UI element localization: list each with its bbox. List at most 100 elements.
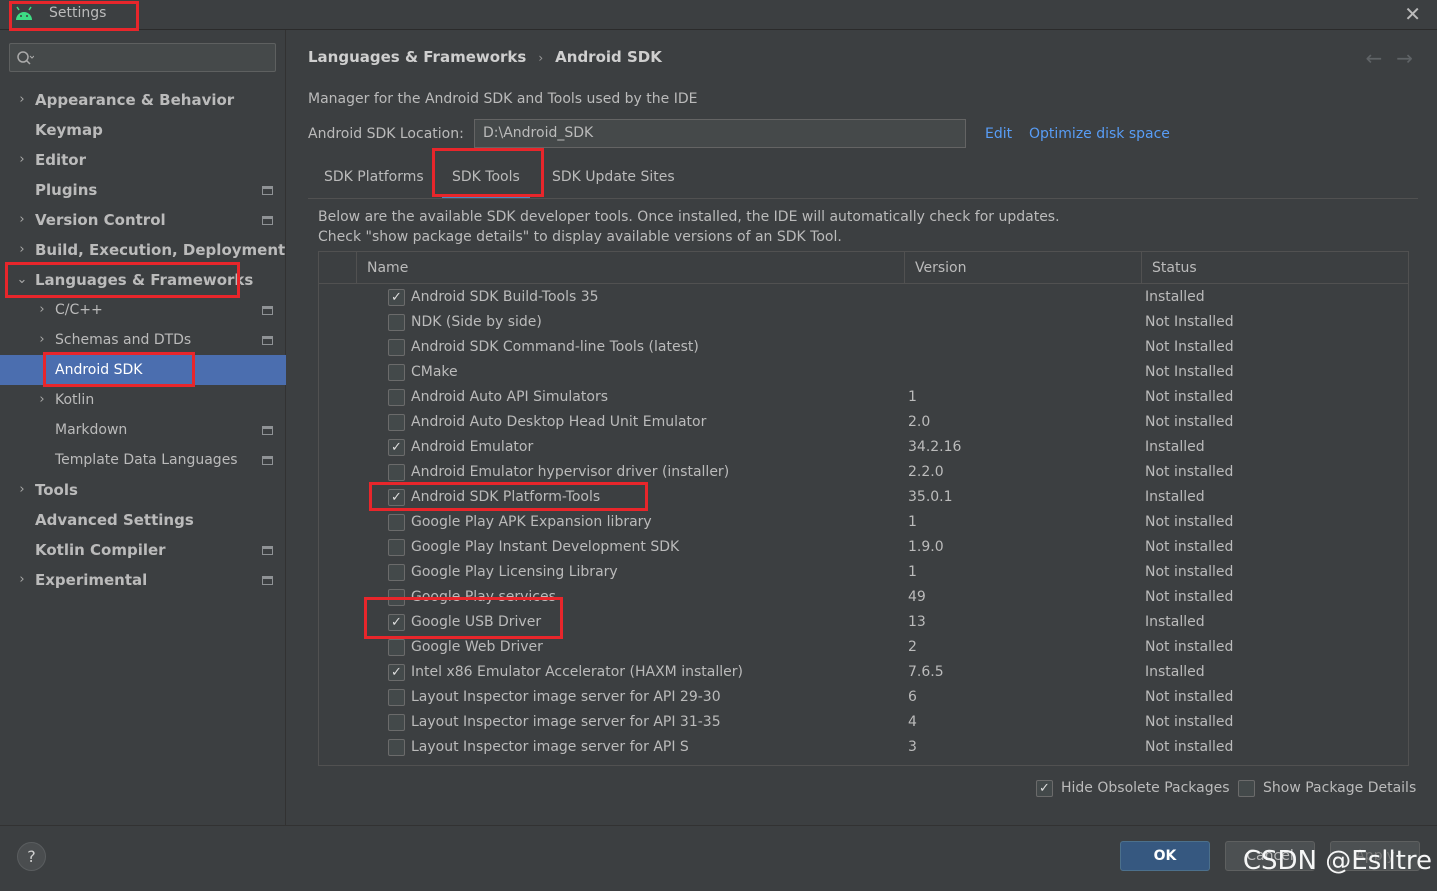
package-checkbox[interactable] xyxy=(388,639,405,656)
sdk-location-field[interactable]: D:\Android_SDK xyxy=(474,119,966,148)
package-checkbox[interactable]: ✓ xyxy=(388,614,405,631)
table-row[interactable]: NDK (Side by side) Not Installed xyxy=(319,310,1408,335)
chevron-right-icon: › xyxy=(19,242,25,257)
sidebar-item-template-data-languages[interactable]: Template Data Languages xyxy=(0,445,286,475)
package-status: Not Installed xyxy=(1145,314,1234,330)
package-checkbox[interactable] xyxy=(388,464,405,481)
package-name: Android Auto API Simulators xyxy=(411,389,608,405)
table-row[interactable]: Google Play APK Expansion library 1 Not in… xyxy=(319,510,1408,535)
settings-search-input[interactable] xyxy=(9,43,276,72)
column-header-name[interactable]: Name xyxy=(356,252,904,284)
help-button[interactable]: ? xyxy=(17,842,46,871)
chevron-right-icon: › xyxy=(39,332,45,347)
package-name: Google Play Licensing Library xyxy=(411,564,618,580)
sidebar-item-keymap[interactable]: Keymap xyxy=(0,115,286,145)
package-name: Google Web Driver xyxy=(411,639,543,655)
package-checkbox[interactable] xyxy=(388,364,405,381)
sidebar-item-label: Schemas and DTDs xyxy=(55,332,192,348)
table-row[interactable]: Android SDK Command-line Tools (latest) N… xyxy=(319,335,1408,360)
sidebar-item-label: Keymap xyxy=(35,121,103,139)
table-row[interactable]: Google Play services 49 Not installed xyxy=(319,585,1408,610)
package-status: Not installed xyxy=(1145,714,1234,730)
package-checkbox[interactable] xyxy=(388,414,405,431)
package-status: Not installed xyxy=(1145,464,1234,480)
package-version: 13 xyxy=(908,614,926,630)
chevron-right-icon: › xyxy=(39,392,45,407)
table-row[interactable]: Android Emulator hypervisor driver (inst… xyxy=(319,460,1408,485)
table-row[interactable]: Layout Inspector image server for API S 3… xyxy=(319,735,1408,760)
project-level-icon xyxy=(262,336,273,345)
chevron-down-icon: ⌄ xyxy=(16,272,28,287)
package-checkbox[interactable] xyxy=(388,564,405,581)
package-checkbox[interactable] xyxy=(388,514,405,531)
package-checkbox[interactable] xyxy=(388,339,405,356)
package-checkbox[interactable] xyxy=(388,389,405,406)
package-version: 1.9.0 xyxy=(908,539,944,555)
package-checkbox[interactable] xyxy=(388,539,405,556)
table-row[interactable]: ✓ Android SDK Build-Tools 35 Installed xyxy=(319,285,1408,310)
package-checkbox[interactable] xyxy=(388,589,405,606)
table-row[interactable]: ✓ Intel x86 Emulator Accelerator (HAXM in… xyxy=(319,660,1408,685)
breadcrumb-parent[interactable]: Languages & Frameworks xyxy=(308,48,526,66)
table-row[interactable]: ✓ Google USB Driver 13 Installed xyxy=(319,610,1408,635)
package-checkbox[interactable]: ✓ xyxy=(388,664,405,681)
package-checkbox[interactable] xyxy=(388,314,405,331)
package-status: Not installed xyxy=(1145,389,1234,405)
table-row[interactable]: Layout Inspector image server for API 29… xyxy=(319,685,1408,710)
chevron-right-icon: › xyxy=(19,572,25,587)
window-title: Settings xyxy=(49,5,107,21)
hide-obsolete-checkbox[interactable]: ✓ Hide Obsolete Packages xyxy=(1036,778,1230,798)
package-checkbox[interactable] xyxy=(388,689,405,706)
package-name: Layout Inspector image server for API 29… xyxy=(411,689,721,705)
project-level-icon xyxy=(262,186,273,195)
package-checkbox[interactable] xyxy=(388,739,405,756)
back-forward-arrows-icon[interactable]: ←→ xyxy=(1365,46,1427,70)
package-checkbox[interactable]: ✓ xyxy=(388,439,405,456)
breadcrumb: Languages & Frameworks › Android SDK xyxy=(308,48,662,66)
package-name: Intel x86 Emulator Accelerator (HAXM ins… xyxy=(411,664,743,680)
package-checkbox[interactable]: ✓ xyxy=(388,489,405,506)
table-row[interactable]: Google Play Licensing Library 1 Not instal… xyxy=(319,560,1408,585)
tab-sdk-platforms[interactable]: SDK Platforms xyxy=(324,156,424,198)
package-status: Installed xyxy=(1145,289,1205,305)
column-header-version[interactable]: Version xyxy=(904,252,1141,284)
sidebar-item-label: Appearance & Behavior xyxy=(35,91,235,109)
package-checkbox[interactable]: ✓ xyxy=(388,289,405,306)
sidebar-item-schemas-dtds[interactable]: › Schemas and DTDs xyxy=(0,325,286,355)
table-row[interactable]: Android Auto API Simulators 1 Not installe… xyxy=(319,385,1408,410)
column-header-status[interactable]: Status xyxy=(1141,252,1408,284)
sidebar-item-cpp[interactable]: › C/C++ xyxy=(0,295,286,325)
sidebar-item-build-execution[interactable]: › Build, Execution, Deployment xyxy=(0,235,286,265)
tab-sdk-tools[interactable]: SDK Tools xyxy=(442,156,530,198)
sidebar-item-android-sdk[interactable]: Android SDK xyxy=(0,355,286,385)
sidebar-item-kotlin-compiler[interactable]: Kotlin Compiler xyxy=(0,535,286,565)
sidebar-item-experimental[interactable]: › Experimental xyxy=(0,565,286,595)
sidebar-item-kotlin[interactable]: › Kotlin xyxy=(0,385,286,415)
project-level-icon xyxy=(262,456,273,465)
sidebar-item-plugins[interactable]: Plugins xyxy=(0,175,286,205)
table-row[interactable]: CMake Not Installed xyxy=(319,360,1408,385)
table-row[interactable]: Layout Inspector image server for API 31… xyxy=(319,710,1408,735)
table-row[interactable]: Google Play Instant Development SDK 1.9.0… xyxy=(319,535,1408,560)
table-row[interactable]: Google Web Driver 2 Not installed xyxy=(319,635,1408,660)
table-row[interactable]: ✓ Android Emulator 34.2.16 Installed xyxy=(319,435,1408,460)
package-name: NDK (Side by side) xyxy=(411,314,542,330)
table-row[interactable]: Android Auto Desktop Head Unit Emulator 2… xyxy=(319,410,1408,435)
optimize-disk-space-link[interactable]: Optimize disk space xyxy=(1029,126,1170,142)
package-version: 1 xyxy=(908,389,917,405)
sidebar-item-editor[interactable]: › Editor xyxy=(0,145,286,175)
package-checkbox[interactable] xyxy=(388,714,405,731)
sidebar-item-tools[interactable]: › Tools xyxy=(0,475,286,505)
show-package-details-checkbox[interactable]: Show Package Details xyxy=(1238,778,1416,798)
ok-button[interactable]: OK xyxy=(1120,841,1210,871)
sidebar-item-markdown[interactable]: Markdown xyxy=(0,415,286,445)
breadcrumb-current: Android SDK xyxy=(555,48,662,66)
close-icon[interactable]: ✕ xyxy=(1404,2,1421,26)
sidebar-item-version-control[interactable]: › Version Control xyxy=(0,205,286,235)
tab-sdk-update-sites[interactable]: SDK Update Sites xyxy=(552,156,675,198)
sidebar-item-languages-frameworks[interactable]: ⌄ Languages & Frameworks xyxy=(0,265,286,295)
sidebar-item-appearance-behavior[interactable]: › Appearance & Behavior xyxy=(0,85,286,115)
sidebar-item-advanced-settings[interactable]: Advanced Settings xyxy=(0,505,286,535)
table-row[interactable]: ✓ Android SDK Platform-Tools 35.0.1 Install… xyxy=(319,485,1408,510)
edit-link[interactable]: Edit xyxy=(985,126,1012,142)
